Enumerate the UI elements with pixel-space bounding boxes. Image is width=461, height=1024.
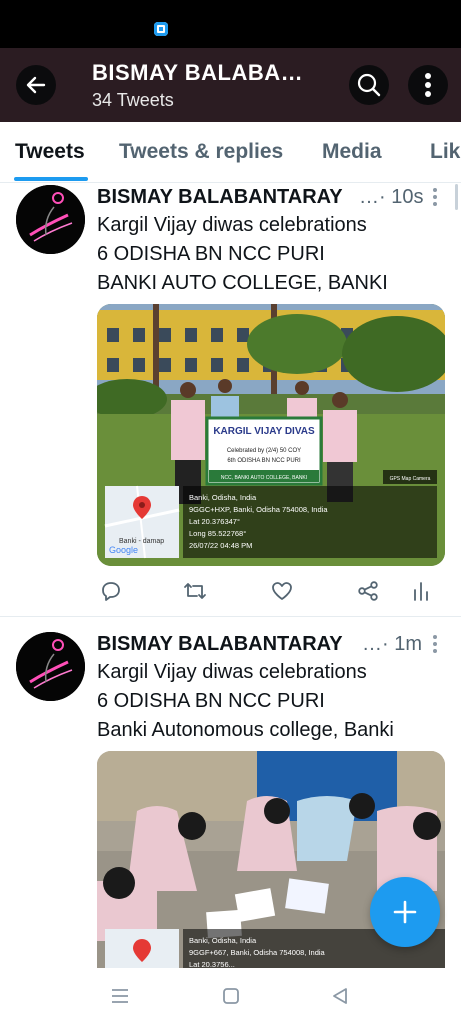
map-label: Banki - damap [119,538,164,545]
geo-line: Banki, Odisha, India [189,493,257,502]
tab-likes[interactable]: Lik [430,140,460,164]
more-vertical-icon [425,73,431,97]
tweet-text-line: BANKI AUTO COLLEGE, BANKI [97,272,388,294]
tweet-text-line: Kargil Vijay diwas celebrations [97,661,367,683]
geo-line: Lat 20.376347° [189,517,240,526]
geo-line: Long 85.522768° [189,529,246,538]
share-icon[interactable] [357,580,379,602]
compose-tweet-button[interactable] [370,877,440,947]
like-icon[interactable] [271,580,293,602]
status-bar [0,0,461,48]
gps-badge: GPS Map Camera [390,476,431,482]
back-button[interactable] [16,65,56,105]
avatar-image [16,185,85,254]
retweet-icon[interactable] [183,580,207,602]
author-name[interactable]: BISMAY BALABANTARAY [97,633,343,656]
geo-line: 26/07/22 04:48 PM [189,541,252,550]
profile-title: BISMAY BALABA… [92,60,304,85]
tab-tweets[interactable]: Tweets [15,140,85,164]
tweet-time: …· 10s [359,186,424,208]
tweet-text-line: 6 ODISHA BN NCC PURI [97,243,325,265]
tweet-count: 34 Tweets [92,90,174,110]
tweet-text-line: Kargil Vijay diwas celebrations [97,214,367,236]
geo-line: 9GGC+HXP, Banki, Odisha 754008, India [189,505,328,514]
tweet-text-line: 6 ODISHA BN NCC PURI [97,690,325,712]
map-brand: Google [109,545,138,555]
banner-line: NCC, BANKI AUTO COLLEGE, BANKI [221,475,307,481]
banner-title: KARGIL VIJAY DIVAS [213,426,315,437]
nav-back-icon[interactable] [331,987,349,1005]
compose-plus-icon [393,900,417,924]
geo-line: Banki, Odisha, India [189,936,257,945]
photo-kargil-event: KARGIL VIJAY DIVAS Celebrated by (2/4) 5… [97,304,445,566]
tweet-more-button[interactable] [433,635,437,653]
search-icon [357,73,381,97]
banner-line: Celebrated by (2/4) 50 COY [227,448,301,454]
avatar[interactable] [16,185,85,254]
geo-line: 9GGF+667, Banki, Odisha 754008, India [189,948,326,957]
analytics-icon[interactable] [412,580,430,602]
tweet-photo[interactable]: KARGIL VIJAY DIVAS Celebrated by (2/4) 5… [97,304,445,566]
tweet-text-line: Banki Autonomous college, Banki [97,719,394,741]
tweet-divider [0,616,461,617]
avatar-image [16,632,85,701]
more-button[interactable] [408,65,448,105]
system-nav-bar [0,968,461,1024]
geo-line: Lat 20.3756... [189,960,235,968]
banner-line: 6th ODISHA BN NCC PURI [227,458,301,464]
profile-header: BISMAY BALABA… 34 Tweets [0,48,461,122]
tab-media[interactable]: Media [322,140,382,164]
tweet-time: …· 1m [362,633,422,655]
scrollbar[interactable] [455,184,458,210]
profile-tabs: Tweets Tweets & replies Media Lik [0,122,461,183]
active-tab-indicator [14,177,88,181]
back-arrow-icon [26,76,46,94]
search-button[interactable] [349,65,389,105]
nav-recents-icon[interactable] [111,988,129,1004]
tweet-actions [97,580,437,604]
notification-icon [154,22,168,36]
avatar[interactable] [16,632,85,701]
reply-icon[interactable] [100,580,122,602]
author-name[interactable]: BISMAY BALABANTARAY [97,186,343,209]
tweet-more-button[interactable] [433,188,437,206]
nav-home-icon[interactable] [222,987,240,1005]
tab-tweets-replies[interactable]: Tweets & replies [119,140,283,164]
